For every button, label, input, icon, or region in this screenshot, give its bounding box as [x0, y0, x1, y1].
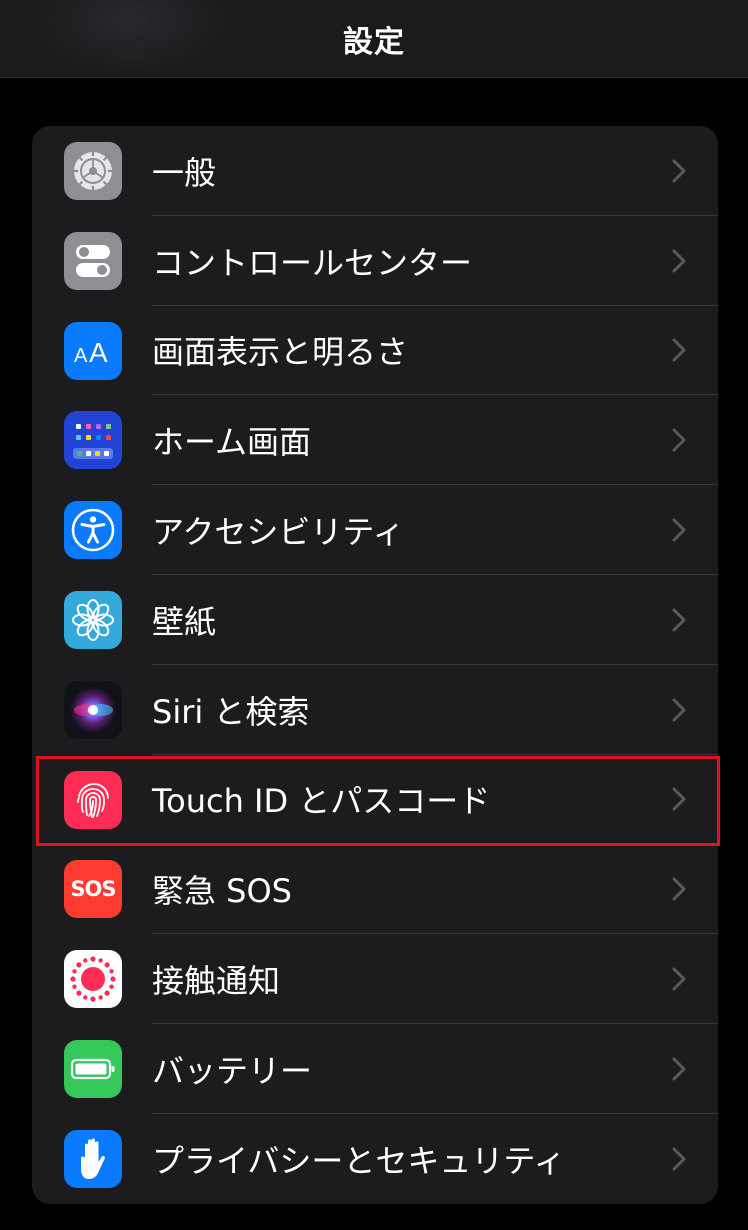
settings-item-touch-id-passcode[interactable]: Touch ID とパスコード	[32, 755, 718, 845]
settings-item-privacy-security[interactable]: プライバシーとセキュリティ	[32, 1114, 718, 1204]
exposure-notification-icon	[64, 950, 122, 1009]
settings-item-label: 壁紙	[152, 602, 217, 641]
chevron-right-icon	[672, 934, 686, 1024]
sos-icon-text: SOS	[70, 877, 116, 902]
chevron-right-icon	[672, 126, 686, 216]
settings-item-label: 画面表示と明るさ	[152, 333, 409, 372]
battery-icon	[64, 1039, 122, 1098]
chevron-right-icon	[672, 1024, 686, 1114]
settings-item-battery[interactable]: バッテリー	[32, 1024, 718, 1114]
toggle-switches-icon	[64, 231, 122, 290]
chevron-right-icon	[672, 306, 686, 396]
chevron-right-icon	[672, 844, 686, 934]
siri-orb-icon	[64, 680, 122, 739]
chevron-right-icon	[672, 665, 686, 755]
settings-item-label: 緊急 SOS	[152, 872, 292, 911]
chevron-right-icon	[672, 1114, 686, 1204]
fingerprint-icon	[64, 770, 122, 829]
flower-icon	[64, 590, 122, 649]
settings-item-label: バッテリー	[152, 1051, 313, 1090]
settings-item-label: Touch ID とパスコード	[152, 782, 491, 821]
chevron-right-icon	[672, 395, 686, 485]
settings-item-display-brightness[interactable]: A A 画面表示と明るさ	[32, 306, 718, 396]
settings-item-label: プライバシーとセキュリティ	[152, 1141, 566, 1180]
settings-item-label: アクセシビリティ	[152, 513, 405, 552]
chevron-right-icon	[672, 216, 686, 306]
settings-item-label: 一般	[152, 153, 217, 192]
accessibility-person-icon	[64, 501, 122, 560]
sos-icon: SOS	[64, 860, 122, 919]
settings-item-siri-search[interactable]: Siri と検索	[32, 665, 718, 755]
chevron-right-icon	[672, 755, 686, 845]
page-title: 設定	[343, 24, 405, 60]
chevron-right-icon	[672, 485, 686, 575]
settings-item-label: 接触通知	[152, 962, 281, 1001]
chevron-right-icon	[672, 575, 686, 665]
settings-item-label: ホーム画面	[152, 423, 312, 462]
home-screen-grid-icon	[64, 411, 122, 470]
navigation-bar: 設定	[0, 0, 748, 78]
settings-item-wallpaper[interactable]: 壁紙	[32, 575, 718, 665]
settings-item-accessibility[interactable]: アクセシビリティ	[32, 485, 718, 575]
settings-item-label: Siri と検索	[152, 692, 310, 731]
settings-item-control-center[interactable]: コントロールセンター	[32, 216, 718, 306]
settings-item-exposure-notifications[interactable]: 接触通知	[32, 934, 718, 1024]
settings-item-label: コントロールセンター	[152, 243, 473, 282]
settings-item-home-screen[interactable]: ホーム画面	[32, 395, 718, 486]
settings-item-general[interactable]: 一般	[32, 126, 718, 216]
svg-text:A: A	[74, 345, 88, 366]
text-size-aa-icon: A A	[64, 321, 122, 380]
svg-text:A: A	[89, 337, 108, 366]
settings-list: 一般 コントロールセンター A A 画面表示と明るさ ホーム画面 アクセシビリテ…	[32, 126, 718, 1204]
settings-item-emergency-sos[interactable]: SOS 緊急 SOS	[32, 844, 718, 935]
gear-icon	[64, 142, 122, 200]
hand-icon	[64, 1129, 122, 1188]
